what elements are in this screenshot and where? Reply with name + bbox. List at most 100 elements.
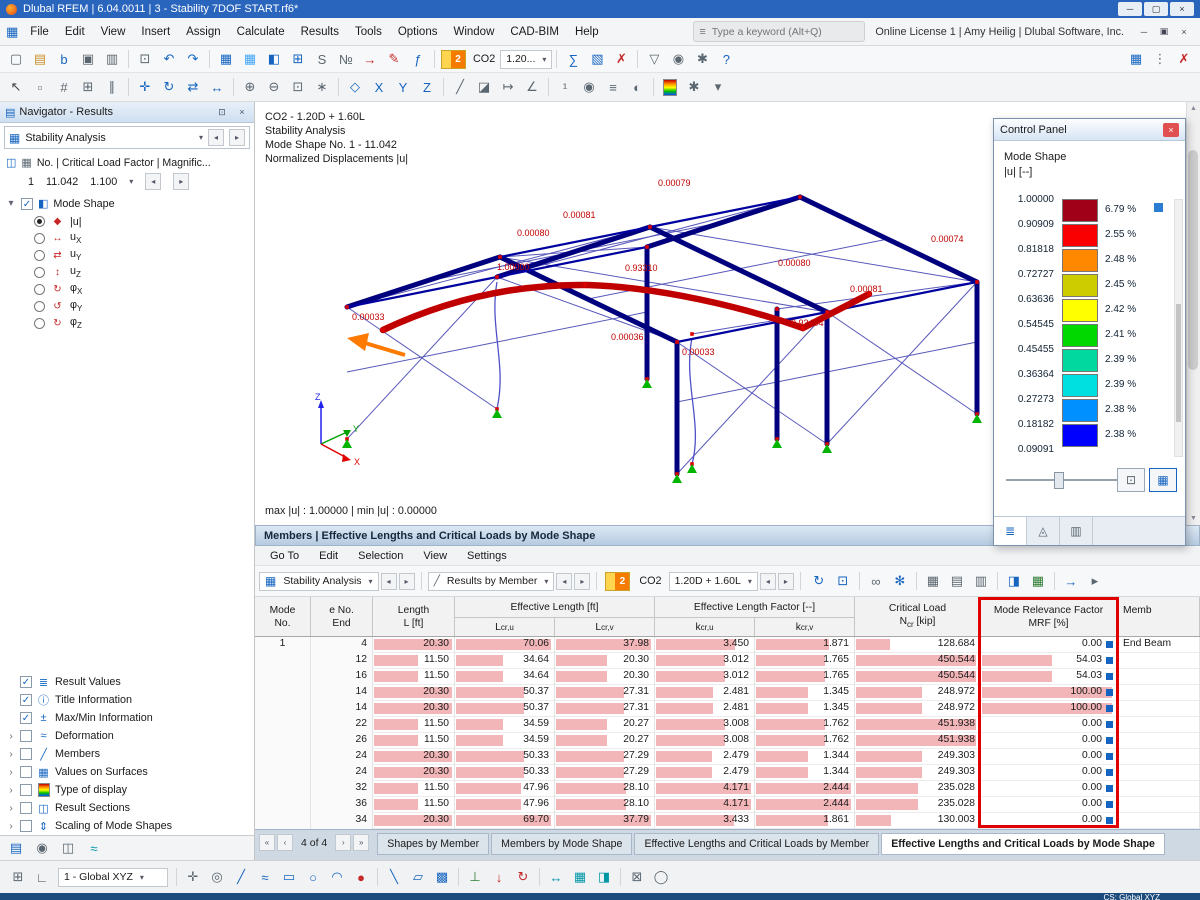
radio-button[interactable] bbox=[34, 301, 45, 312]
menu-file[interactable]: File bbox=[22, 23, 57, 41]
navigator-option-members[interactable]: › ╱ Members bbox=[0, 745, 254, 763]
mode-result-header-row[interactable]: ◫ ▦ No. | Critical Load Factor | Magnifi… bbox=[0, 152, 254, 171]
functions-icon[interactable]: ƒ bbox=[407, 48, 429, 70]
previous-combination-button[interactable]: ◂ bbox=[759, 572, 776, 590]
previous-analysis-button[interactable]: ◂ bbox=[380, 572, 397, 590]
checkbox[interactable] bbox=[20, 748, 32, 760]
maximize-button[interactable]: ▢ bbox=[1144, 2, 1168, 16]
keyword-search-box[interactable]: ≡ bbox=[693, 21, 866, 42]
scroll-down-icon[interactable]: ▼ bbox=[1187, 512, 1200, 525]
expander-icon[interactable]: › bbox=[6, 767, 16, 778]
dock-panel-icon[interactable]: ◨ bbox=[1003, 570, 1025, 592]
table-row[interactable]: 26 11.50 34.59 20.27 3.008 1.762 451.938 0.00 bbox=[255, 733, 1200, 749]
mode-shape-component-4[interactable]: ↻ φX bbox=[0, 281, 254, 298]
navigator-option-deformation[interactable]: › ≈ Deformation bbox=[0, 727, 254, 745]
solid-tool-icon[interactable]: ▩ bbox=[431, 866, 453, 888]
radio-button[interactable] bbox=[34, 284, 45, 295]
table-row[interactable]: 14 20.30 50.37 27.31 2.481 1.345 248.972 100.00 bbox=[255, 701, 1200, 717]
renumber-icon[interactable]: № bbox=[335, 48, 357, 70]
panel-tab-display[interactable]: ▥ bbox=[1060, 517, 1093, 545]
member-tool-icon[interactable]: ╲ bbox=[383, 866, 405, 888]
header-member[interactable]: Memb bbox=[1117, 597, 1200, 636]
pan-icon[interactable]: ∗ bbox=[311, 76, 333, 98]
table-row[interactable]: 1 4 20.30 70.06 37.98 3.450 1.871 128.684 0.00 En… bbox=[255, 637, 1200, 653]
zoom-window-icon[interactable]: ⊡ bbox=[287, 76, 309, 98]
header-critical-load[interactable]: Critical Load Ncr [kip] bbox=[855, 597, 981, 636]
dlubal-bim-icon[interactable]: b bbox=[53, 48, 75, 70]
radio-button[interactable] bbox=[34, 267, 45, 278]
arc-tool-icon[interactable]: ◠ bbox=[326, 866, 348, 888]
view-z-icon[interactable]: Z bbox=[416, 76, 438, 98]
display-settings-icon[interactable]: ✱ bbox=[683, 76, 705, 98]
viewport-scrollbar[interactable]: ▲ ▼ bbox=[1186, 102, 1200, 525]
result-tables-icon[interactable]: ▦ bbox=[239, 48, 261, 70]
navigator-panels-icon[interactable]: ▤ bbox=[5, 837, 27, 859]
select-pointer-icon[interactable]: ↖ bbox=[5, 76, 27, 98]
snap-icon[interactable]: # bbox=[53, 76, 75, 98]
navigator-option-scaling-of-mode-shapes[interactable]: › ⇕ Scaling of Mode Shapes bbox=[0, 817, 254, 835]
line-tool-icon[interactable]: ╱ bbox=[230, 866, 252, 888]
table-tab-shapes-by-member[interactable]: Shapes by Member bbox=[377, 833, 490, 855]
menu-help[interactable]: Help bbox=[567, 23, 607, 41]
rectangle-tool-icon[interactable]: ▭ bbox=[278, 866, 300, 888]
load-tool-icon[interactable]: ↓ bbox=[488, 866, 510, 888]
expander-icon[interactable]: › bbox=[6, 749, 16, 760]
panel-view-icon[interactable]: ◨ bbox=[593, 866, 615, 888]
checkbox[interactable]: ✓ bbox=[20, 712, 32, 724]
table-row[interactable]: 22 11.50 34.59 20.27 3.008 1.762 451.938 0.00 bbox=[255, 717, 1200, 733]
menu-view[interactable]: View bbox=[93, 23, 134, 41]
delete-icon[interactable]: ⊠ bbox=[626, 866, 648, 888]
moment-tool-icon[interactable]: ↻ bbox=[512, 866, 534, 888]
control-panel-titlebar[interactable]: Control Panel × bbox=[994, 119, 1185, 141]
search-input[interactable] bbox=[709, 24, 860, 39]
document-close-button[interactable]: × bbox=[1174, 23, 1194, 40]
menu-calculate[interactable]: Calculate bbox=[229, 23, 293, 41]
section-icon[interactable]: ╱ bbox=[449, 76, 471, 98]
table-row[interactable]: 36 11.50 47.96 28.10 4.171 2.444 235.028 0.00 bbox=[255, 797, 1200, 813]
header-kcrv[interactable]: k cr,v bbox=[755, 618, 854, 636]
menu-options[interactable]: Options bbox=[390, 23, 446, 41]
radio-button[interactable] bbox=[34, 250, 45, 261]
table-menu-view[interactable]: View bbox=[414, 548, 456, 564]
scrollbar-thumb[interactable] bbox=[1176, 304, 1181, 422]
copy-icon[interactable]: ⊡ bbox=[134, 48, 156, 70]
table-filter-icon[interactable]: ▤ bbox=[946, 570, 968, 592]
next-analysis-button[interactable]: ▸ bbox=[398, 572, 415, 590]
numbering-icon[interactable]: ¹ bbox=[554, 76, 576, 98]
header-effective-length-factor[interactable]: Effective Length Factor [--] k cr,u k cr,v bbox=[655, 597, 855, 636]
stretch-icon[interactable]: ↔ bbox=[206, 76, 228, 98]
rotate-icon[interactable]: ↻ bbox=[158, 76, 180, 98]
diagram-mini-icon[interactable]: ≈ bbox=[83, 837, 105, 859]
node-tool-icon[interactable]: ● bbox=[350, 866, 372, 888]
next-result-button[interactable]: ▸ bbox=[574, 572, 591, 590]
zoom-in-icon[interactable]: ⊕ bbox=[239, 76, 261, 98]
app-menu-grid-icon[interactable]: ▦ bbox=[6, 24, 18, 40]
mode-shape-component-6[interactable]: ↻ φZ bbox=[0, 315, 254, 332]
mode-shape-component-2[interactable]: ⇄ uY bbox=[0, 247, 254, 264]
move-handle-icon[interactable]: ✛ bbox=[182, 866, 204, 888]
pin-icon[interactable]: ⊡ bbox=[215, 105, 229, 119]
mode-shape-component-5[interactable]: ↺ φY bbox=[0, 298, 254, 315]
object-snap-icon[interactable]: ◎ bbox=[206, 866, 228, 888]
navigator-option-result-values[interactable]: ✓ ≣ Result Values bbox=[0, 673, 254, 691]
table-row[interactable]: 24 20.30 50.33 27.29 2.479 1.344 249.303 0.00 bbox=[255, 749, 1200, 765]
scrollbar-thumb[interactable] bbox=[1188, 150, 1198, 370]
close-navigator-icon[interactable]: × bbox=[235, 105, 249, 119]
coordinate-system-combo[interactable]: 1 - Global XYZ ▾ bbox=[58, 867, 168, 887]
radio-button[interactable] bbox=[34, 233, 45, 244]
mode-shape-component-1[interactable]: ↔ uX bbox=[0, 230, 254, 247]
first-table-button[interactable]: « bbox=[259, 834, 275, 851]
escape-icon[interactable]: ◯ bbox=[650, 866, 672, 888]
document-restore-button[interactable]: ▣ bbox=[1154, 23, 1174, 40]
header-lcrv[interactable]: Lcr,v bbox=[555, 618, 654, 636]
panel-tab-color-scale[interactable]: ≣ bbox=[994, 517, 1027, 545]
angle-icon[interactable]: ∠ bbox=[521, 76, 543, 98]
header-end-no[interactable]: e No. End bbox=[311, 597, 373, 636]
table-row[interactable]: 24 20.30 50.33 27.29 2.479 1.344 249.303 0.00 bbox=[255, 765, 1200, 781]
header-lcru[interactable]: Lcr,u bbox=[455, 618, 555, 636]
table-tab-members-by-mode-shape[interactable]: Members by Mode Shape bbox=[491, 833, 633, 855]
table-row[interactable]: 12 11.50 34.64 20.30 3.012 1.765 450.544 54.03 bbox=[255, 653, 1200, 669]
checkbox[interactable] bbox=[20, 766, 32, 778]
stop-calculation-icon[interactable]: ✗ bbox=[610, 48, 632, 70]
tables-icon[interactable]: ▦ bbox=[215, 48, 237, 70]
